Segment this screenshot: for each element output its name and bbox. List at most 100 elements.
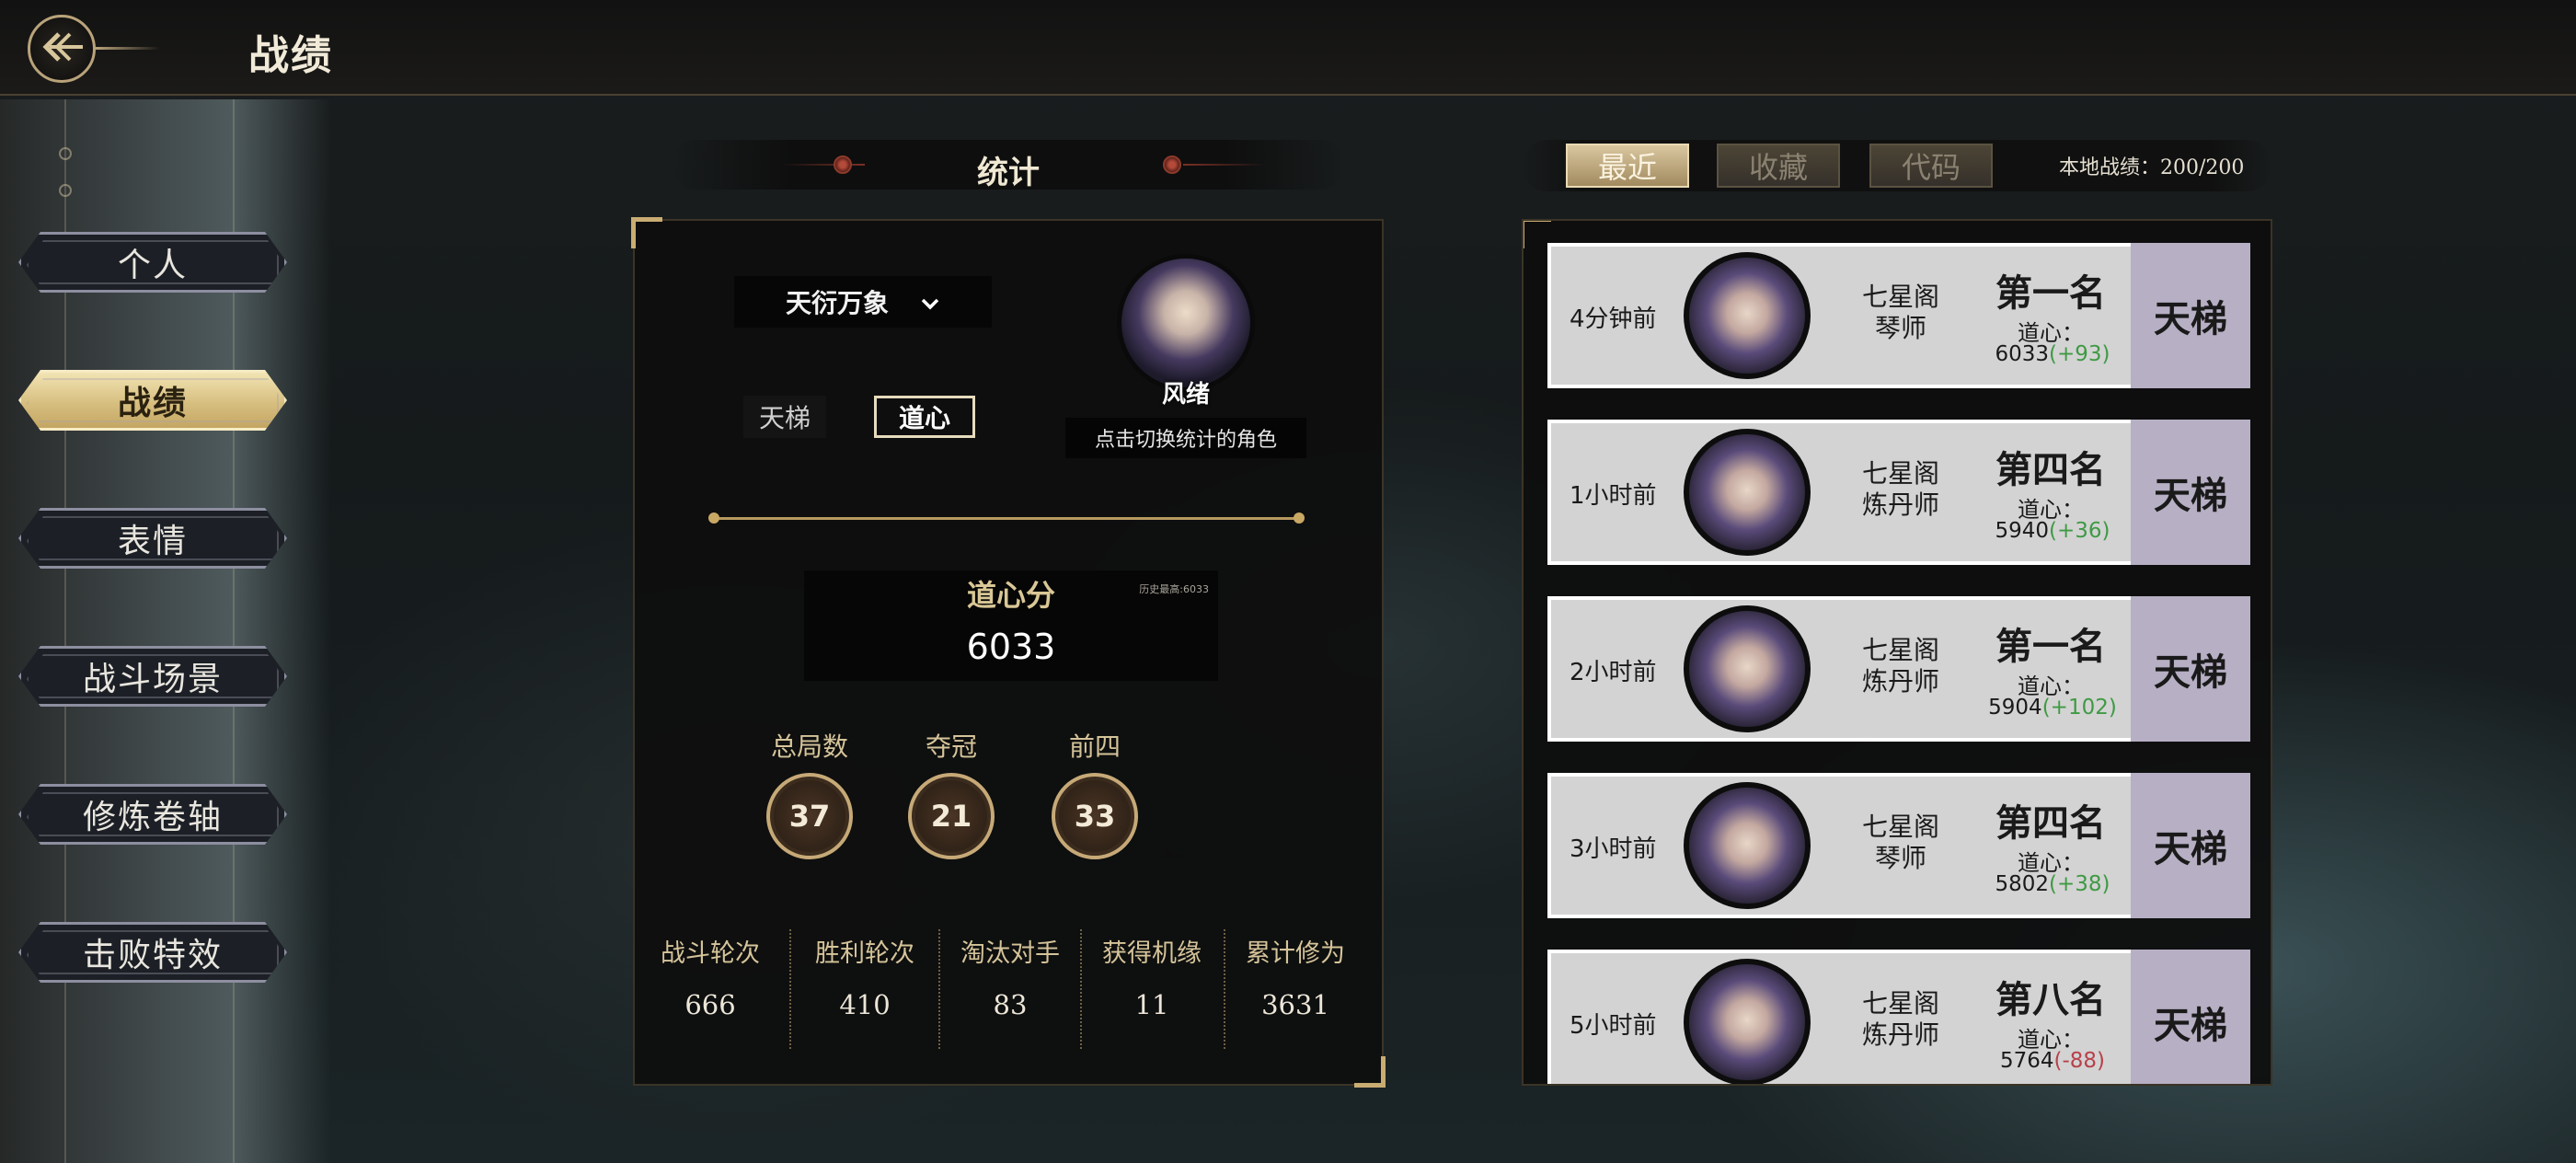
match-time: 2小时前 — [1570, 659, 1657, 686]
stats-title: 统计 — [977, 155, 1040, 191]
role-name: 炼丹师 — [1861, 666, 1939, 697]
sect-name: 七星阁 — [1861, 282, 1939, 312]
switch-character-hint[interactable]: 点击切换统计的角色 — [1065, 418, 1306, 458]
stat-opportunities: 获得机缘 11 — [1080, 929, 1224, 1040]
best-score: 历史最高:6033 — [1139, 583, 1209, 595]
character-dropdown[interactable]: 天衍万象 — [734, 276, 992, 328]
character-dropdown-value: 天衍万象 — [785, 288, 889, 318]
match-role: 七星阁 琴师 — [1827, 282, 1974, 344]
role-name: 琴师 — [1874, 843, 1926, 873]
sect-name: 七星阁 — [1861, 635, 1939, 665]
flower-ornament-icon — [1163, 155, 1181, 174]
tab-code[interactable]: 代码 — [1869, 144, 1993, 188]
role-name: 琴师 — [1874, 313, 1926, 343]
divider-dot — [708, 512, 719, 524]
top-bar: 战绩 — [0, 0, 2576, 96]
character-portrait — [1684, 959, 1811, 1084]
sidebar-item-cultivation-scroll[interactable]: 修炼卷轴 — [18, 784, 287, 845]
match-time: 1小时前 — [1570, 482, 1657, 510]
score-value: 5764 — [1999, 1049, 2054, 1073]
chevron-down-icon — [920, 287, 940, 317]
match-card[interactable]: 5小时前 七星阁 炼丹师 第八名 道心： 5764(-88) 天梯 — [1547, 950, 2250, 1084]
stat-total-games: 总局数 37 — [764, 727, 856, 859]
sidebar-item-battle-scene[interactable]: 战斗场景 — [18, 646, 287, 707]
tab-ladder[interactable]: 天梯 — [743, 396, 826, 438]
stat-eliminated: 淘汰对手 83 — [938, 929, 1082, 1040]
character-avatar[interactable] — [1117, 254, 1255, 392]
stat-label: 获得机缘 — [1102, 939, 1202, 968]
page-title: 战绩 — [248, 32, 333, 79]
match-card[interactable]: 1小时前 七星阁 炼丹师 第四名 道心： 5940(+36) 天梯 — [1547, 420, 2250, 565]
match-role: 七星阁 琴师 — [1827, 812, 1974, 874]
stat-value: 410 — [839, 989, 891, 1020]
match-role: 七星阁 炼丹师 — [1827, 635, 1974, 697]
sidebar: 个人 战绩 表情 战斗场景 修炼卷轴 击败特效 — [0, 99, 331, 1163]
match-rank: 第一名 — [1995, 272, 2106, 315]
score-value: 6033 — [1995, 342, 2050, 366]
score-value: 5904 — [1988, 696, 2042, 720]
sidebar-item-label: 修炼卷轴 — [82, 799, 223, 836]
character-portrait — [1684, 782, 1811, 909]
tab-label: 道心 — [898, 403, 950, 433]
divider — [714, 517, 1299, 520]
stat-cultivation: 累计修为 3631 — [1224, 929, 1367, 1040]
score-label-box: 道心分 历史最高:6033 — [804, 570, 1218, 613]
match-history-panel[interactable]: 4分钟前 七星阁 琴师 第一名 道心： 6033(+93) 天梯 1小时前 七星… — [1522, 219, 2272, 1086]
match-card[interactable]: 4分钟前 七星阁 琴师 第一名 道心： 6033(+93) 天梯 — [1547, 243, 2250, 388]
sidebar-item-emotes[interactable]: 表情 — [18, 508, 287, 569]
stat-separator — [789, 929, 791, 1049]
stat-value: 3631 — [1261, 989, 1329, 1020]
character-portrait — [1684, 429, 1811, 556]
tab-daoxin[interactable]: 道心 — [874, 396, 975, 438]
stat-value: 11 — [1134, 989, 1169, 1020]
sect-name: 七星阁 — [1861, 988, 1939, 1019]
match-role: 七星阁 炼丹师 — [1827, 988, 1974, 1051]
sidebar-item-personal[interactable]: 个人 — [18, 232, 287, 293]
header-ornament-line — [1183, 164, 1266, 166]
sect-name: 七星阁 — [1861, 812, 1939, 842]
corner-ornament — [631, 217, 662, 248]
score-delta: (-88) — [2053, 1049, 2106, 1073]
score-delta: (+102) — [2041, 696, 2117, 720]
match-rank: 第一名 — [1995, 626, 2106, 668]
history-tabs-bar: 最近 收藏 代码 本地战绩：200/200 — [1522, 140, 2272, 191]
sidebar-item-label: 个人 — [117, 247, 188, 284]
match-mode-badge: 天梯 — [2131, 773, 2250, 918]
back-button[interactable] — [28, 15, 96, 83]
stat-label: 胜利轮次 — [815, 939, 914, 968]
tab-favorites[interactable]: 收藏 — [1717, 144, 1840, 188]
stat-value: 83 — [993, 989, 1028, 1020]
stats-panel: 天衍万象 天梯 道心 风绪 点击切换统计的角色 道心分 历史最高:6033 60… — [631, 217, 1386, 1088]
stat-value: 666 — [684, 989, 736, 1020]
divider-dot — [1294, 512, 1305, 524]
character-portrait — [1684, 605, 1811, 732]
score-value: 5940 — [1995, 519, 2050, 543]
sidebar-decor-dot — [59, 147, 72, 160]
stat-wins: 夺冠 21 — [905, 727, 997, 859]
stat-battle-rounds: 战斗轮次 666 — [638, 929, 782, 1040]
corner-ornament — [1354, 1056, 1386, 1088]
score-delta: (+38) — [2049, 872, 2110, 896]
score-delta: (+93) — [2049, 342, 2110, 366]
score-value: 5802 — [1995, 872, 2050, 896]
sect-name: 七星阁 — [1861, 458, 1939, 489]
character-name: 风绪 — [1161, 381, 1210, 409]
stat-value: 37 — [766, 773, 853, 859]
sidebar-item-label: 战绩 — [117, 384, 188, 422]
stat-win-rounds: 胜利轮次 410 — [793, 929, 937, 1040]
match-card[interactable]: 2小时前 七星阁 炼丹师 第一名 道心： 5904(+102) 天梯 — [1547, 596, 2250, 742]
back-arrow-icon — [39, 29, 85, 69]
match-rank: 第八名 — [1995, 979, 2106, 1021]
sidebar-item-records[interactable]: 战绩 — [18, 370, 287, 431]
score-value: 6033 — [804, 613, 1218, 681]
character-portrait — [1684, 252, 1811, 379]
stat-label: 前四 — [1068, 731, 1121, 762]
match-card[interactable]: 3小时前 七星阁 琴师 第四名 道心： 5802(+38) 天梯 — [1547, 773, 2250, 918]
sidebar-item-defeat-effect[interactable]: 击败特效 — [18, 922, 287, 983]
stat-value: 33 — [1052, 773, 1138, 859]
stat-value: 21 — [908, 773, 995, 859]
stat-top-four: 前四 33 — [1049, 727, 1141, 859]
tab-recent[interactable]: 最近 — [1566, 144, 1689, 188]
match-time: 5小时前 — [1570, 1012, 1657, 1040]
tab-label: 最近 — [1597, 150, 1657, 185]
